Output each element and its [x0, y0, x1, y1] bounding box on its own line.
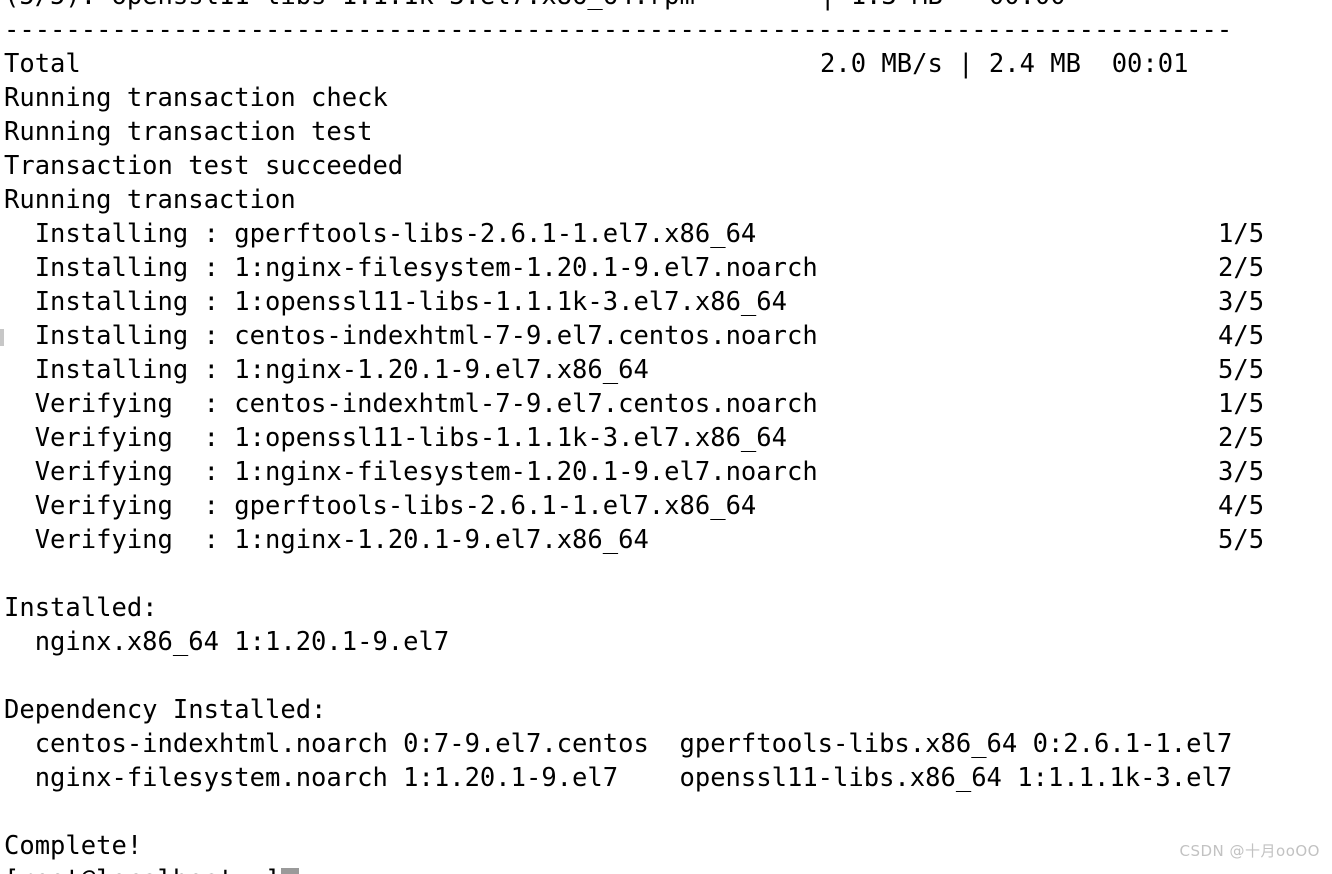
transaction-package: gperftools-libs-2.6.1-1.el7.x86_64 — [234, 491, 757, 521]
transaction-action-text: Verifying : — [4, 525, 235, 555]
transaction-action-text: Installing : — [4, 321, 235, 351]
download-progress-package: (5/5): openssl11-libs-1.1.1k-3.el7.x86_6… — [4, 0, 695, 13]
transaction-counter: 1/5 — [1218, 389, 1265, 419]
transaction-package: centos-indexhtml-7-9.el7.centos.noarch — [234, 321, 818, 351]
complete-message: Complete! — [4, 831, 143, 861]
shell-prompt-row[interactable]: [root@localhost ~]# — [0, 863, 1332, 874]
transaction-action-text: Installing : — [4, 287, 235, 317]
transaction-action: Verifying : centos-indexhtml-7-9.el7.cen… — [4, 387, 818, 421]
transaction-package: centos-indexhtml-7-9.el7.centos.noarch — [234, 389, 818, 419]
status-line-text: Running transaction check — [4, 83, 388, 113]
transaction-row: Verifying : gperftools-libs-2.6.1-1.el7.… — [0, 489, 1332, 523]
dependency-installed-item: centos-indexhtml.noarch 0:7-9.el7.centos… — [4, 729, 1233, 759]
shell-prompt-text: [root@localhost ~]# — [4, 863, 296, 874]
transaction-counter: 5/5 — [1218, 525, 1265, 555]
total-label: Total — [4, 49, 81, 79]
transaction-counter: 3/5 — [1218, 287, 1265, 317]
transaction-row: Installing : 1:nginx-filesystem-1.20.1-9… — [0, 251, 1332, 285]
transaction-counter: 5/5 — [1218, 355, 1265, 385]
download-progress-line: (5/5): openssl11-libs-1.1.1k-3.el7.x86_6… — [0, 0, 1332, 13]
complete-row: Complete! — [0, 829, 1332, 863]
transaction-action-text: Installing : — [4, 253, 235, 283]
transaction-counter: 4/5 — [1218, 321, 1265, 351]
dependency-installed-item: nginx-filesystem.noarch 1:1.20.1-9.el7 o… — [4, 763, 1233, 793]
transaction-package: 1:nginx-1.20.1-9.el7.x86_64 — [234, 355, 649, 385]
dependency-installed-header: Dependency Installed: — [4, 695, 327, 725]
status-line-text: Running transaction test — [4, 117, 373, 147]
transaction-action: Verifying : gperftools-libs-2.6.1-1.el7.… — [4, 489, 757, 523]
transaction-row: Installing : gperftools-libs-2.6.1-1.el7… — [0, 217, 1332, 251]
terminal-window[interactable]: (5/5): openssl11-libs-1.1.1k-3.el7.x86_6… — [0, 0, 1332, 874]
transaction-action: Installing : 1:nginx-filesystem-1.20.1-9… — [4, 251, 818, 285]
status-line-text: Running transaction — [4, 185, 296, 215]
transaction-package: 1:nginx-filesystem-1.20.1-9.el7.noarch — [234, 253, 818, 283]
terminal-output: (5/5): openssl11-libs-1.1.1k-3.el7.x86_6… — [0, 0, 1332, 863]
transaction-action: Installing : gperftools-libs-2.6.1-1.el7… — [4, 217, 757, 251]
transaction-action: Verifying : 1:nginx-1.20.1-9.el7.x86_64 — [4, 523, 649, 557]
transaction-row: Verifying : centos-indexhtml-7-9.el7.cen… — [0, 387, 1332, 421]
installed-item-row: nginx.x86_64 1:1.20.1-9.el7 — [0, 625, 1332, 659]
installed-item: nginx.x86_64 1:1.20.1-9.el7 — [4, 627, 450, 657]
transaction-row: Verifying : 1:nginx-1.20.1-9.el7.x86_64 … — [0, 523, 1332, 557]
transaction-row: Installing : 1:openssl11-libs-1.1.1k-3.e… — [0, 285, 1332, 319]
dependency-installed-item-row: centos-indexhtml.noarch 0:7-9.el7.centos… — [0, 727, 1332, 761]
status-line: Running transaction test — [0, 115, 1332, 149]
status-line: Transaction test succeeded — [0, 149, 1332, 183]
transaction-package: 1:nginx-1.20.1-9.el7.x86_64 — [234, 525, 649, 555]
transaction-counter: 1/5 — [1218, 219, 1265, 249]
csdn-watermark: CSDN @十月ooOO — [1179, 842, 1320, 860]
transaction-action-text: Verifying : — [4, 389, 235, 419]
transaction-action: Verifying : 1:nginx-filesystem-1.20.1-9.… — [4, 455, 818, 489]
transaction-row: Installing : centos-indexhtml-7-9.el7.ce… — [0, 319, 1332, 353]
transaction-counter: 3/5 — [1218, 457, 1265, 487]
installed-header-row: Installed: — [0, 591, 1332, 625]
status-line-text: Transaction test succeeded — [4, 151, 404, 181]
transaction-action-text: Installing : — [4, 355, 235, 385]
transaction-package: 1:openssl11-libs-1.1.1k-3.el7.x86_64 — [234, 287, 787, 317]
transaction-package: gperftools-libs-2.6.1-1.el7.x86_64 — [234, 219, 757, 249]
status-line: Running transaction check — [0, 81, 1332, 115]
transaction-row: Installing : 1:nginx-1.20.1-9.el7.x86_64… — [0, 353, 1332, 387]
transaction-action-text: Verifying : — [4, 423, 235, 453]
transaction-row: Verifying : 1:nginx-filesystem-1.20.1-9.… — [0, 455, 1332, 489]
separator-line: ----------------------------------------… — [4, 15, 1233, 45]
dependency-installed-header-row: Dependency Installed: — [0, 693, 1332, 727]
transaction-action-text: Verifying : — [4, 491, 235, 521]
transaction-action-text: Verifying : — [4, 457, 235, 487]
transaction-action: Installing : 1:openssl11-libs-1.1.1k-3.e… — [4, 285, 787, 319]
transaction-action: Installing : 1:nginx-1.20.1-9.el7.x86_64 — [4, 353, 649, 387]
status-line: Running transaction — [0, 183, 1332, 217]
transaction-row: Verifying : 1:openssl11-libs-1.1.1k-3.el… — [0, 421, 1332, 455]
total-row: Total 2.0 MB/s | 2.4 MB 00:01 — [0, 47, 1332, 81]
installed-header: Installed: — [4, 593, 158, 623]
dependency-installed-item-row: nginx-filesystem.noarch 1:1.20.1-9.el7 o… — [0, 761, 1332, 795]
total-stats: 2.0 MB/s | 2.4 MB 00:01 — [820, 49, 1189, 79]
transaction-counter: 2/5 — [1218, 423, 1265, 453]
transaction-counter: 4/5 — [1218, 491, 1265, 521]
transaction-package: 1:nginx-filesystem-1.20.1-9.el7.noarch — [234, 457, 818, 487]
transaction-action: Installing : centos-indexhtml-7-9.el7.ce… — [4, 319, 818, 353]
transaction-action-text: Installing : — [4, 219, 235, 249]
scroll-edge-artifact — [0, 329, 4, 346]
transaction-action: Verifying : 1:openssl11-libs-1.1.1k-3.el… — [4, 421, 787, 455]
separator-row: ----------------------------------------… — [0, 13, 1332, 47]
download-progress-size: | 1.3 MB 00:00 — [820, 0, 1066, 13]
transaction-package: 1:openssl11-libs-1.1.1k-3.el7.x86_64 — [234, 423, 787, 453]
text-cursor — [281, 868, 299, 874]
transaction-counter: 2/5 — [1218, 253, 1265, 283]
